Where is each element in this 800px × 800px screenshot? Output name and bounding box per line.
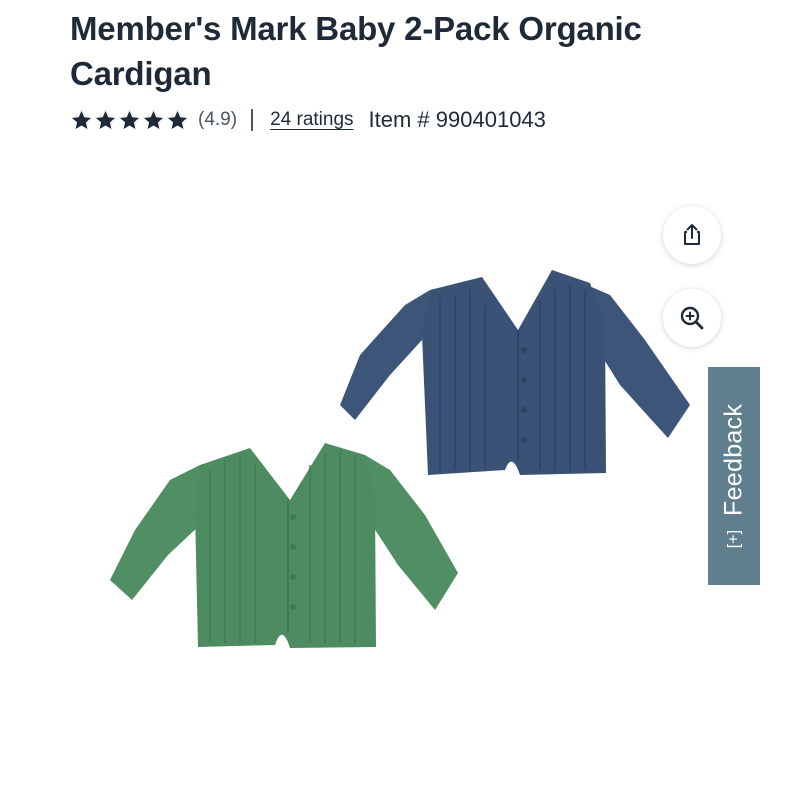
divider — [251, 109, 254, 131]
star-icon — [119, 110, 140, 129]
star-icon — [143, 110, 164, 129]
star-icon — [71, 110, 92, 129]
star-icon — [167, 110, 188, 129]
feedback-expand-icon: [+] — [725, 529, 742, 549]
ratings-count-link[interactable]: 24 ratings — [270, 109, 353, 131]
navy-cardigan — [340, 270, 690, 475]
green-cardigan — [110, 443, 458, 648]
rating-value: (4.9) — [198, 109, 238, 130]
share-icon — [684, 224, 700, 245]
star-icon — [95, 110, 116, 129]
feedback-tab[interactable]: [+] Feedback — [708, 367, 760, 585]
item-number: Item # 990401043 — [368, 107, 546, 132]
product-image — [110, 270, 690, 648]
star-rating — [70, 109, 189, 132]
rating-row: (4.9) 24 ratings Item # 990401043 — [70, 104, 546, 136]
feedback-label: Feedback — [719, 403, 748, 516]
product-title: Member's Mark Baby 2-Pack Organic Cardig… — [70, 10, 642, 92]
